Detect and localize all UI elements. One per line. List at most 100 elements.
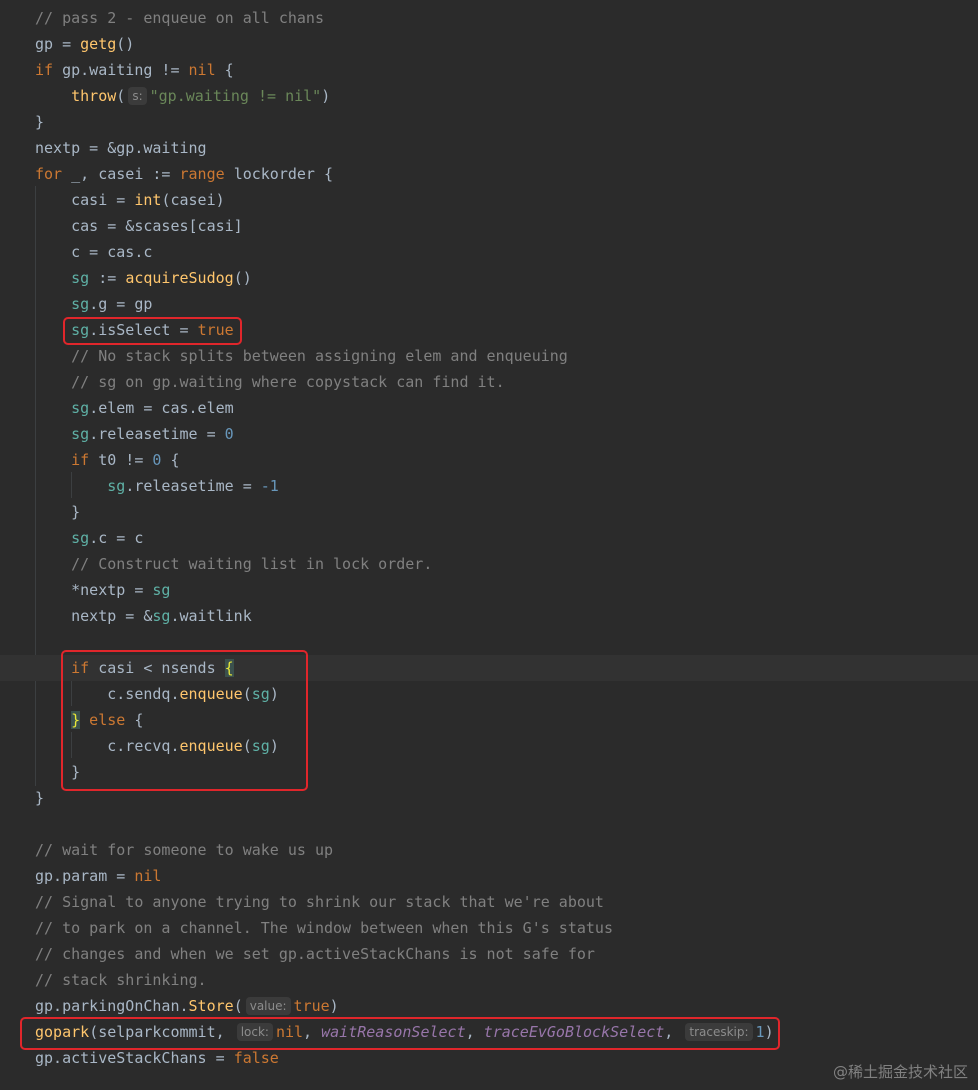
code-line[interactable]: } — [0, 499, 978, 525]
code-token: // sg on gp.waiting where copystack can … — [35, 373, 505, 391]
code-token: int — [134, 191, 162, 209]
code-token: t0 != — [98, 451, 153, 469]
code-line[interactable]: sg.c = c — [0, 525, 978, 551]
code-line[interactable]: *nextp = sg — [0, 577, 978, 603]
code-token: traceEvGoBlockSelect — [483, 1023, 665, 1041]
code-token: for — [35, 165, 72, 183]
code-token: Store — [188, 997, 234, 1015]
code-line[interactable]: // sg on gp.waiting where copystack can … — [0, 369, 978, 395]
code-token: true — [197, 321, 234, 339]
code-token: .elem = cas.elem — [89, 399, 234, 417]
code-line[interactable]: // changes and when we set gp.activeStac… — [0, 941, 978, 967]
code-token: // No stack splits between assigning ele… — [35, 347, 568, 365]
code-token: .isSelect = — [89, 321, 198, 339]
code-line[interactable] — [0, 629, 978, 655]
parameter-hint: s: — [128, 87, 147, 105]
code-token: () — [233, 269, 252, 287]
code-token: else — [80, 711, 135, 729]
code-line[interactable]: // pass 2 - enqueue on all chans — [0, 5, 978, 31]
code-token: , — [303, 1023, 322, 1041]
code-line[interactable]: } — [0, 759, 978, 785]
code-line[interactable]: // Construct waiting list in lock order. — [0, 551, 978, 577]
code-line[interactable]: nextp = &sg.waitlink — [0, 603, 978, 629]
code-token: } — [35, 789, 45, 807]
code-token: casi < nsends — [98, 659, 225, 677]
code-line[interactable]: if gp.waiting != nil { — [0, 57, 978, 83]
code-token: gp.waiting != — [62, 61, 189, 79]
code-token: sg — [71, 321, 90, 339]
code-token: sg — [152, 607, 171, 625]
code-line[interactable]: sg := acquireSudog() — [0, 265, 978, 291]
watermark: @稀土掘金技术社区 — [832, 1063, 968, 1081]
code-line[interactable]: gp.activeStackChans = false — [0, 1045, 978, 1071]
code-token: nil — [188, 61, 216, 79]
code-token: // changes and when we set gp.activeStac… — [35, 945, 595, 963]
code-line[interactable] — [0, 811, 978, 837]
code-token: if — [71, 451, 99, 469]
code-line[interactable]: throw(s: "gp.waiting != nil") — [0, 83, 978, 109]
code-token: { — [161, 451, 180, 469]
code-token: sg — [71, 399, 90, 417]
code-token: c.recvq. — [35, 737, 180, 755]
code-token: { — [215, 61, 234, 79]
code-line[interactable]: // No stack splits between assigning ele… — [0, 343, 978, 369]
parameter-hint: value: — [245, 997, 291, 1015]
code-token: sg — [71, 425, 90, 443]
code-line[interactable]: // stack shrinking. — [0, 967, 978, 993]
code-token: ) — [321, 87, 331, 105]
code-token: 0 — [224, 425, 234, 443]
code-line[interactable]: } else { — [0, 707, 978, 733]
code-line[interactable]: gp.param = nil — [0, 863, 978, 889]
code-line[interactable]: // Signal to anyone trying to shrink our… — [0, 889, 978, 915]
code-token: (selparkcommit, — [89, 1023, 234, 1041]
code-token: { — [224, 659, 234, 677]
code-token: gp.param = — [35, 867, 135, 885]
code-token: gp.activeStackChans = — [35, 1049, 234, 1067]
code-line[interactable]: sg.g = gp — [0, 291, 978, 317]
code-editor[interactable]: // pass 2 - enqueue on all chans gp = get… — [0, 0, 978, 1090]
code-token: _, casei := — [71, 165, 180, 183]
code-token: false — [233, 1049, 279, 1067]
code-token: if — [35, 61, 63, 79]
code-line[interactable]: c = cas.c — [0, 239, 978, 265]
code-token: getg — [80, 35, 117, 53]
code-line[interactable]: } — [0, 109, 978, 135]
code-line[interactable]: sg.releasetime = 0 — [0, 421, 978, 447]
code-line[interactable]: sg.elem = cas.elem — [0, 395, 978, 421]
code-line[interactable]: // wait for someone to wake us up — [0, 837, 978, 863]
code-line[interactable]: c.recvq.enqueue(sg) — [0, 733, 978, 759]
code-line[interactable]: sg.releasetime = -1 — [0, 473, 978, 499]
code-token: .g = gp — [89, 295, 153, 313]
code-token: // pass 2 - enqueue on all chans — [35, 9, 324, 27]
code-line[interactable]: gopark(selparkcommit, lock: nil, waitReas… — [0, 1019, 978, 1045]
code-token: gp = — [35, 35, 81, 53]
parameter-hint: traceskip: — [685, 1023, 753, 1041]
code-line[interactable]: casi = int(casei) — [0, 187, 978, 213]
code-line[interactable]: if casi < nsends { — [0, 655, 978, 681]
code-line[interactable]: // to park on a channel. The window betw… — [0, 915, 978, 941]
code-token: nextp = &gp.waiting — [35, 139, 207, 157]
code-token: sg — [107, 477, 126, 495]
code-line[interactable]: } — [0, 785, 978, 811]
code-line[interactable]: if t0 != 0 { — [0, 447, 978, 473]
code-token: ( — [233, 997, 243, 1015]
code-token: .waitlink — [170, 607, 252, 625]
code-line[interactable]: gp.parkingOnChan.Store(value: true) — [0, 993, 978, 1019]
code-line[interactable]: cas = &scases[casi] — [0, 213, 978, 239]
code-token: sg — [152, 581, 171, 599]
code-token: ) — [329, 997, 339, 1015]
code-token: nextp = & — [35, 607, 153, 625]
code-line[interactable]: nextp = &gp.waiting — [0, 135, 978, 161]
parameter-hint: lock: — [236, 1023, 273, 1041]
code-line[interactable]: c.sendq.enqueue(sg) — [0, 681, 978, 707]
code-line[interactable]: for _, casei := range lockorder { — [0, 161, 978, 187]
code-token: nil — [134, 867, 162, 885]
code-line[interactable]: sg.isSelect = true — [0, 317, 978, 343]
code-line[interactable]: gp = getg() — [0, 31, 978, 57]
code-token: sg — [251, 685, 270, 703]
